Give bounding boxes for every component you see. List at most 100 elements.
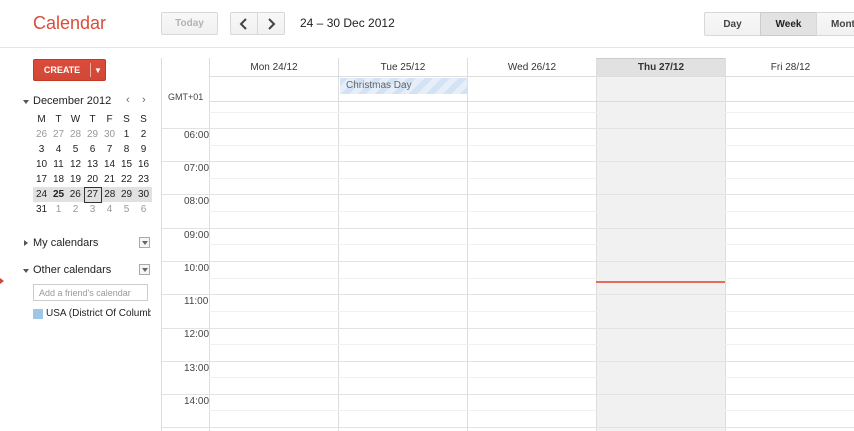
view-month-button[interactable]: Month [816,12,854,36]
mini-day[interactable]: 27 [50,127,67,142]
other-calendars-section[interactable]: Other calendars [22,264,150,278]
next-period-button[interactable] [257,12,285,35]
mini-day[interactable]: 28 [67,127,84,142]
mini-day[interactable]: 26 [67,187,84,202]
mini-weekday: T [89,114,96,125]
mini-day[interactable]: 16 [135,157,152,172]
prev-period-button[interactable] [230,12,258,35]
hour-label: 06:00 [184,130,210,141]
half-hour-line [209,344,854,345]
mini-weekday: W [70,114,81,125]
calendar-color-swatch[interactable] [33,309,43,319]
app-title[interactable]: Calendar [33,13,106,34]
mini-weekday: F [106,114,113,125]
mini-week-row: 31 1 2 3 4 5 6 [33,202,152,217]
hour-line [162,128,854,129]
top-bar: Calendar Today 24 – 30 Dec 2012 Day Week… [0,0,854,48]
other-calendars-label[interactable]: Other calendars [33,264,111,276]
half-hour-line [209,244,854,245]
today-button[interactable]: Today [161,12,218,35]
my-calendars-section[interactable]: My calendars [22,237,150,251]
mini-day[interactable]: 11 [50,157,67,172]
mini-day[interactable]: 17 [33,172,50,187]
mini-day[interactable]: 2 [135,127,152,142]
hour-label: 07:00 [184,163,210,174]
mini-weekday: T [55,114,62,125]
mini-day[interactable]: 19 [67,172,84,187]
day-header[interactable]: Wed 26/12 [467,58,596,77]
hour-label: 12:00 [184,329,210,340]
mini-day[interactable]: 15 [118,157,135,172]
view-day-button[interactable]: Day [704,12,761,36]
mini-day[interactable]: 25 [50,187,67,202]
hour-line [162,261,854,262]
mini-day[interactable]: 2 [67,202,84,217]
mini-week-row: 17 18 19 20 21 22 23 [33,172,152,187]
hour-line [162,294,854,295]
mini-calendar-header: December 2012 ‹ › [22,94,152,109]
collapse-triangle-icon[interactable] [23,100,29,104]
my-calendars-menu-icon[interactable] [139,237,150,248]
calendar-list-item[interactable]: USA (District Of Columbia) [33,308,151,321]
mini-weekday: M [37,114,46,125]
mini-day[interactable]: 12 [67,157,84,172]
day-header[interactable]: Tue 25/12 [338,58,467,77]
mini-day[interactable]: 30 [101,127,118,142]
expand-triangle-icon[interactable] [24,240,28,246]
create-button[interactable]: CREATE ▼ [33,59,106,81]
half-hour-line [209,311,854,312]
half-hour-line [209,145,854,146]
mini-day[interactable]: 30 [135,187,152,202]
create-dropdown-icon[interactable]: ▼ [91,60,105,80]
view-week-button[interactable]: Week [760,12,817,36]
mini-next-month-icon[interactable]: › [142,94,146,106]
hour-label: 10:00 [184,263,210,274]
mini-day[interactable]: 29 [118,187,135,202]
day-header-today[interactable]: Thu 27/12 [596,58,725,77]
current-time-marker-icon [0,278,4,284]
mini-day[interactable]: 9 [135,142,152,157]
collapse-triangle-icon[interactable] [23,269,29,273]
all-day-event[interactable]: Christmas Day [340,78,467,94]
mini-day[interactable]: 26 [33,127,50,142]
mini-day[interactable]: 23 [135,172,152,187]
hour-line [162,361,854,362]
mini-day[interactable]: 5 [118,202,135,217]
mini-day[interactable]: 22 [118,172,135,187]
mini-day[interactable]: 13 [84,157,101,172]
half-hour-line [209,410,854,411]
mini-day[interactable]: 3 [33,142,50,157]
mini-day[interactable]: 28 [101,187,118,202]
mini-day[interactable]: 21 [101,172,118,187]
hour-line [162,427,854,428]
mini-day[interactable]: 8 [118,142,135,157]
mini-prev-month-icon[interactable]: ‹ [126,94,130,106]
mini-day[interactable]: 4 [101,202,118,217]
current-time-line [596,281,725,283]
mini-day[interactable]: 5 [67,142,84,157]
mini-day[interactable]: 6 [84,142,101,157]
mini-day[interactable]: 29 [84,127,101,142]
mini-day[interactable]: 14 [101,157,118,172]
mini-day[interactable]: 10 [33,157,50,172]
mini-day[interactable]: 20 [84,172,101,187]
day-header[interactable]: Fri 28/12 [725,58,854,77]
other-calendars-menu-icon[interactable] [139,264,150,275]
day-header[interactable]: Mon 24/12 [209,58,338,77]
calendar-name[interactable]: USA (District Of Columbia) [46,308,151,319]
add-friend-calendar-input[interactable] [33,284,148,301]
mini-day[interactable]: 3 [84,202,101,217]
mini-day[interactable]: 1 [118,127,135,142]
all-day-row[interactable] [209,77,854,102]
mini-day-today[interactable]: 27 [83,186,102,203]
mini-day[interactable]: 1 [50,202,67,217]
mini-day[interactable]: 6 [135,202,152,217]
hour-line [162,394,854,395]
mini-day[interactable]: 7 [101,142,118,157]
half-hour-line [209,278,854,279]
mini-day[interactable]: 24 [33,187,50,202]
mini-day[interactable]: 4 [50,142,67,157]
my-calendars-label[interactable]: My calendars [33,237,98,249]
mini-day[interactable]: 18 [50,172,67,187]
mini-day[interactable]: 31 [33,202,50,217]
